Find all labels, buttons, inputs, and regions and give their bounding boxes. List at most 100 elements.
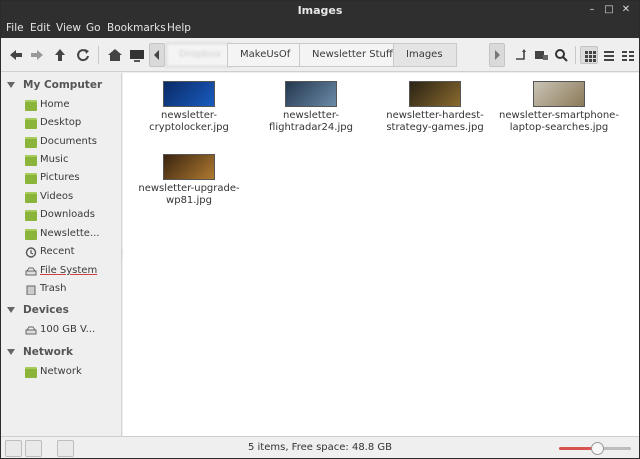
zoom-slider-handle[interactable]	[591, 442, 605, 455]
sidebar-item-desktop[interactable]: Desktop	[25, 116, 120, 132]
sidebar-item-documents[interactable]: Documents	[25, 135, 120, 151]
sidebar-item-label: Newslette...	[40, 228, 100, 239]
menu-help[interactable]: Help	[167, 22, 191, 34]
sidebar-item-trash[interactable]: Trash	[25, 282, 120, 298]
zoom-slider[interactable]	[559, 442, 631, 455]
menu-bookmarks[interactable]: Bookmarks	[107, 22, 166, 34]
sidebar-item-videos[interactable]: Videos	[25, 190, 120, 206]
sidebar-item-network[interactable]: Network	[25, 365, 120, 381]
sidebar-item-file-system[interactable]: File System	[25, 264, 120, 280]
toolbar-separator	[575, 46, 576, 64]
file-name: newsletter-upgrade-wp81.jpg	[138, 183, 240, 206]
sidebar-item-newsletter[interactable]: Newslette...	[25, 227, 120, 243]
status-text: 5 items, Free space: 48.8 GB	[247, 442, 393, 453]
pictures-folder-icon	[25, 173, 37, 184]
thumbnail-2	[409, 81, 461, 107]
file-item[interactable]: newsletter-flightradar24.jpg	[251, 81, 371, 134]
section-label: Network	[23, 346, 74, 358]
sidebar-item-label: Home	[40, 99, 70, 110]
sidebar-resize-handle[interactable]: ⋮	[119, 249, 127, 259]
network-icon	[25, 367, 37, 378]
sidebar-item-label: File System	[40, 265, 98, 276]
sidebar-item-downloads[interactable]: Downloads	[25, 208, 120, 224]
breadcrumb-dropbox[interactable]: Dropbox	[166, 43, 232, 67]
close-icon[interactable]: ✕	[620, 4, 632, 16]
list-view-icon[interactable]	[600, 46, 618, 64]
thumbnail-1	[285, 81, 337, 107]
file-item[interactable]: newsletter-upgrade-wp81.jpg	[129, 154, 249, 207]
breadcrumb-makeuseof[interactable]: MakeUsOf	[227, 43, 305, 67]
file-name: newsletter-cryptolocker.jpg	[149, 110, 229, 133]
file-name: newsletter-smartphone-laptop-searches.jp…	[499, 110, 619, 133]
breadcrumb-newsletter-stuff[interactable]: Newsletter Stuff	[299, 43, 397, 67]
home-icon[interactable]	[106, 46, 124, 64]
minimize-icon[interactable]: –	[586, 4, 598, 16]
breadcrumb-right-icon[interactable]	[489, 43, 505, 67]
compact-view-icon[interactable]	[619, 46, 637, 64]
section-label: Devices	[23, 304, 69, 316]
forward-icon[interactable]	[28, 46, 46, 64]
sidebar-section-devices[interactable]: Devices	[7, 304, 69, 316]
sidebar-item-music[interactable]: Music	[25, 153, 120, 169]
up-icon[interactable]	[51, 46, 69, 64]
file-item[interactable]: newsletter-smartphone-laptop-searches.jp…	[499, 81, 619, 134]
sidebar-item-label: Music	[40, 154, 69, 165]
downloads-folder-icon	[25, 210, 37, 221]
music-folder-icon	[25, 155, 37, 166]
sidebar-item-label: Trash	[40, 283, 67, 294]
documents-folder-icon	[25, 137, 37, 148]
sidebar-item-label: Videos	[40, 191, 74, 202]
open-terminal-icon[interactable]	[512, 46, 530, 64]
expander-icon[interactable]	[7, 307, 15, 313]
window-title: Images	[297, 4, 343, 17]
sidebar-item-label: Network	[40, 366, 82, 377]
connect-server-icon[interactable]	[532, 46, 550, 64]
recent-icon	[25, 247, 37, 258]
file-view[interactable]: newsletter-cryptolocker.jpg newsletter-f…	[123, 73, 639, 436]
videos-folder-icon	[25, 192, 37, 203]
sidebar: My Computer Home Desktop Documents Music…	[1, 73, 122, 436]
file-item[interactable]: newsletter-cryptolocker.jpg	[129, 81, 249, 134]
status-bar: 5 items, Free space: 48.8 GB	[1, 436, 639, 458]
expander-icon[interactable]	[7, 82, 15, 88]
thumbnail-0	[163, 81, 215, 107]
sidebar-item-label: Documents	[40, 136, 98, 147]
menu-go[interactable]: Go	[86, 22, 101, 34]
maximize-icon[interactable]: □	[603, 4, 615, 16]
section-label: My Computer	[23, 79, 103, 91]
sidebar-item-label: Pictures	[40, 172, 80, 183]
sidebar-section-network[interactable]: Network	[7, 346, 73, 358]
icon-view-icon[interactable]	[580, 46, 598, 64]
file-manager-window: Images – □ ✕ File Edit View Go Bookmarks…	[0, 0, 640, 459]
file-name: newsletter-hardest-strategy-games.jpg	[386, 110, 484, 133]
sidebar-item-recent[interactable]: Recent	[25, 245, 120, 261]
drive-icon	[25, 325, 37, 336]
sidebar-item-pictures[interactable]: Pictures	[25, 171, 120, 187]
title-bar: Images – □ ✕	[1, 1, 639, 20]
thumbnail-3	[533, 81, 585, 107]
sidebar-item-home[interactable]: Home	[25, 98, 120, 114]
expander-icon[interactable]	[7, 349, 15, 355]
menu-file[interactable]: File	[6, 22, 24, 34]
sidebar-item-label: Recent	[40, 246, 75, 257]
sidebar-section-my-computer[interactable]: My Computer	[7, 79, 102, 91]
breadcrumb-images[interactable]: Images	[393, 43, 457, 67]
computer-icon[interactable]	[128, 46, 146, 64]
menu-edit[interactable]: Edit	[30, 22, 50, 34]
thumbnail-4	[163, 154, 215, 180]
file-item[interactable]: newsletter-hardest-strategy-games.jpg	[375, 81, 495, 134]
sidebar-item-label: Desktop	[40, 117, 82, 128]
reload-icon[interactable]	[74, 46, 92, 64]
folder-icon	[25, 229, 37, 240]
home-folder-icon	[25, 100, 37, 111]
file-name: newsletter-flightradar24.jpg	[269, 110, 353, 133]
sidebar-item-volume[interactable]: 100 GB V...	[25, 323, 120, 339]
trash-icon	[25, 284, 37, 296]
breadcrumb-left-icon[interactable]	[149, 43, 165, 67]
desktop-folder-icon	[25, 118, 37, 129]
menu-view[interactable]: View	[56, 22, 81, 34]
toolbar-separator	[98, 46, 99, 64]
back-icon[interactable]	[7, 46, 25, 64]
drive-icon	[25, 266, 37, 277]
search-icon[interactable]	[552, 46, 570, 64]
